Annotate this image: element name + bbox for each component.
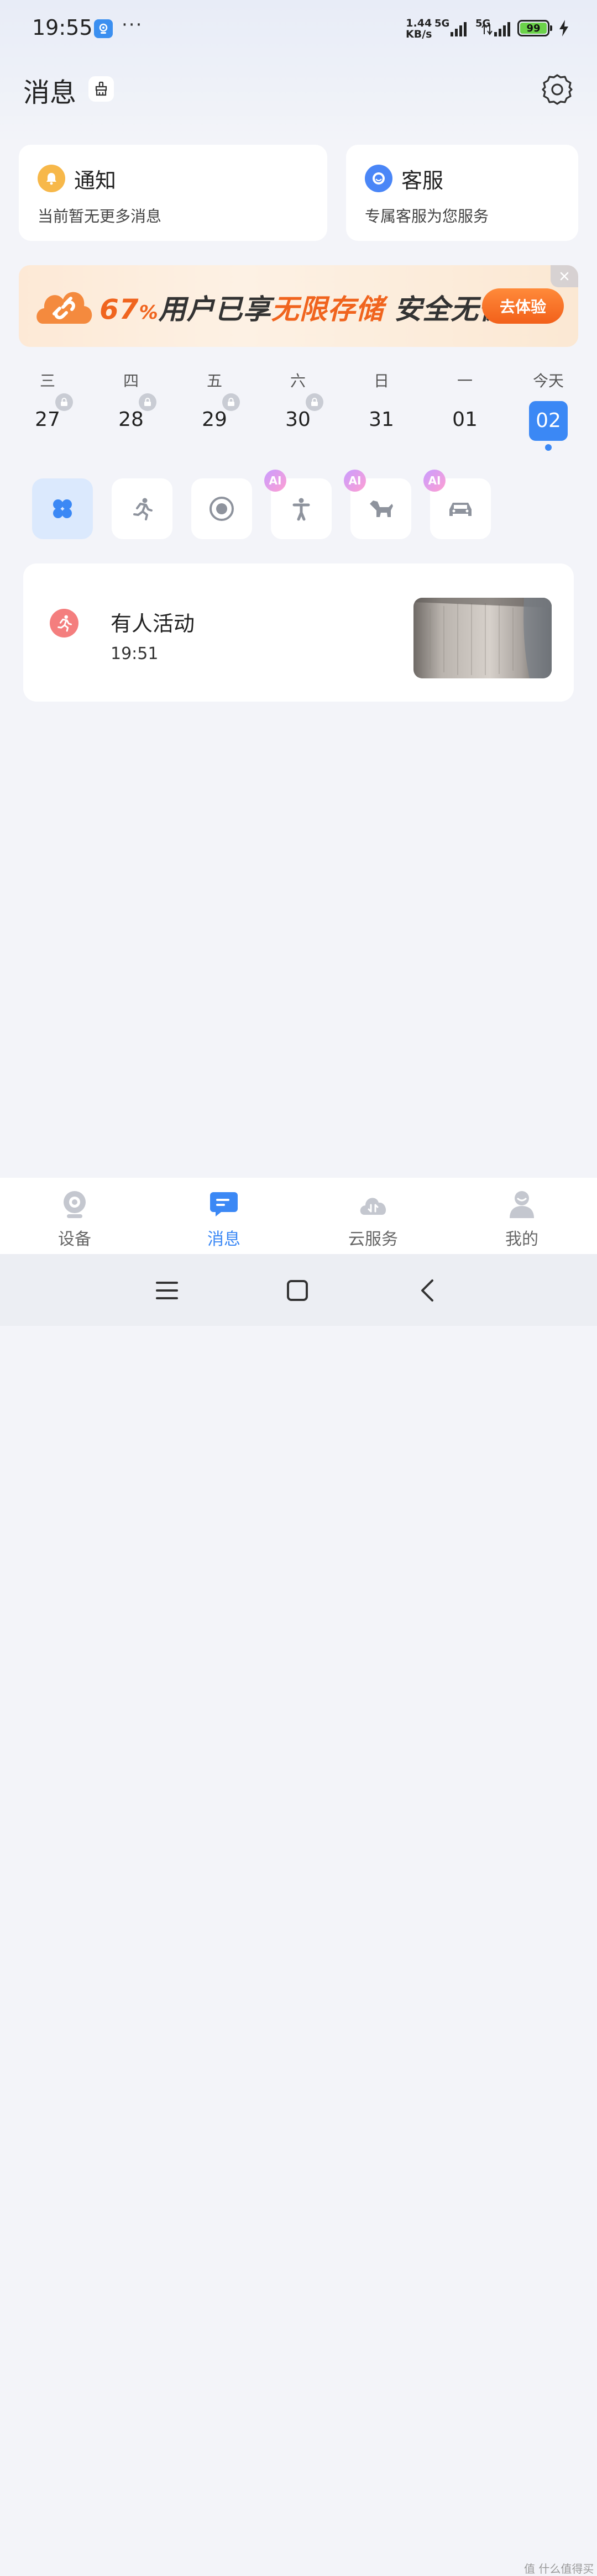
- clear-messages-button[interactable]: [88, 76, 114, 102]
- clover-icon: [53, 499, 72, 518]
- car-icon: [449, 503, 472, 516]
- filter-person-motion-button[interactable]: [112, 478, 172, 539]
- back-icon[interactable]: [419, 1278, 436, 1303]
- system-navigation-bar: 值 什么值得买: [0, 1254, 597, 2575]
- notification-title: 通知: [74, 168, 117, 193]
- watermark: 值 什么值得买: [524, 2562, 594, 2575]
- gear-icon: [542, 74, 573, 105]
- try-now-button[interactable]: 去体验: [482, 288, 564, 324]
- headset-icon: [365, 165, 392, 192]
- promo-banner[interactable]: 67%用户已享无限存储 安全无忧 去体验: [19, 265, 578, 347]
- nav-cloud-service[interactable]: 云服务: [329, 1189, 417, 1250]
- charging-icon: [559, 20, 568, 36]
- day-date-selected: 02: [529, 401, 568, 441]
- cloud-link-logo: [36, 292, 92, 324]
- day-weekday: 三: [39, 372, 55, 390]
- status-time: 19:55: [32, 15, 93, 40]
- menu-icon[interactable]: [156, 1279, 178, 1302]
- cloud-icon: [358, 1189, 389, 1220]
- lock-icon: [222, 393, 240, 411]
- status-bar: 19:55 ··· 1.44 KB/s 5G 5G 99: [0, 0, 597, 58]
- record-icon: [210, 497, 234, 521]
- message-icon: [208, 1189, 239, 1220]
- day-weekday: 一: [457, 372, 473, 390]
- bell-icon: [38, 165, 65, 192]
- app-notification-icon: [94, 19, 113, 38]
- banner-close-button[interactable]: [551, 265, 578, 287]
- today-indicator-dot: [545, 444, 552, 451]
- day-weekday: 五: [206, 372, 222, 390]
- day-weekday: 四: [123, 372, 139, 390]
- calendar-day[interactable]: 日 31: [354, 370, 409, 435]
- event-card[interactable]: 有人活动 19:51: [23, 563, 574, 702]
- ai-badge: AI: [344, 470, 366, 492]
- battery-icon: 99: [517, 20, 552, 36]
- day-date: 31: [369, 408, 394, 431]
- settings-button[interactable]: [538, 71, 576, 108]
- signal-icon-2: [481, 22, 510, 36]
- person-icon: [506, 1189, 537, 1220]
- status-more-icon: ···: [122, 14, 143, 36]
- running-person-icon: [133, 498, 153, 520]
- day-date: 01: [452, 408, 478, 431]
- broom-icon: [95, 81, 107, 96]
- customer-service-title: 客服: [401, 168, 444, 193]
- lock-icon: [139, 393, 156, 411]
- notification-subtitle: 当前暂无更多消息: [38, 207, 162, 225]
- customer-service-subtitle: 专属客服为您服务: [365, 207, 489, 225]
- day-weekday: 日: [373, 372, 389, 390]
- signal-icon: [451, 22, 467, 36]
- banner-text: 67%用户已享无限存储 安全无忧: [100, 293, 507, 325]
- event-thumbnail[interactable]: [413, 598, 552, 678]
- nav-profile[interactable]: 我的: [478, 1189, 566, 1250]
- calendar-day[interactable]: 四 28: [103, 370, 159, 435]
- close-icon: [560, 272, 569, 281]
- running-person-icon: [50, 609, 78, 638]
- lock-icon: [306, 393, 323, 411]
- camera-icon: [59, 1189, 90, 1220]
- calendar-day[interactable]: 六 30: [270, 370, 326, 435]
- bottom-navigation: 设备 消息 云服务 我的: [0, 1178, 597, 1254]
- day-weekday: 今天: [532, 372, 564, 390]
- lock-icon: [55, 393, 73, 411]
- home-icon[interactable]: [286, 1279, 308, 1302]
- filter-all-button[interactable]: [32, 478, 93, 539]
- event-title: 有人活动: [111, 612, 195, 636]
- nav-devices[interactable]: 设备: [30, 1189, 119, 1250]
- standing-person-icon: [292, 498, 310, 521]
- ai-badge: AI: [423, 470, 446, 492]
- network-speed: 1.44 KB/s: [406, 17, 432, 40]
- nav-messages[interactable]: 消息: [180, 1189, 268, 1250]
- day-weekday: 六: [290, 372, 306, 390]
- calendar-day[interactable]: 一 01: [437, 370, 493, 435]
- page-title: 消息: [23, 77, 77, 108]
- customer-service-card[interactable]: 客服 专属客服为您服务: [346, 145, 578, 241]
- calendar-day[interactable]: 五 29: [187, 370, 242, 435]
- calendar-day-today[interactable]: 今天 02: [521, 370, 576, 441]
- filter-motion-button[interactable]: [191, 478, 252, 539]
- notification-card[interactable]: 通知 当前暂无更多消息: [19, 145, 327, 241]
- dog-icon: [370, 501, 393, 517]
- event-time: 19:51: [111, 644, 159, 663]
- ai-badge: AI: [264, 470, 286, 492]
- calendar-day[interactable]: 三 27: [20, 370, 75, 435]
